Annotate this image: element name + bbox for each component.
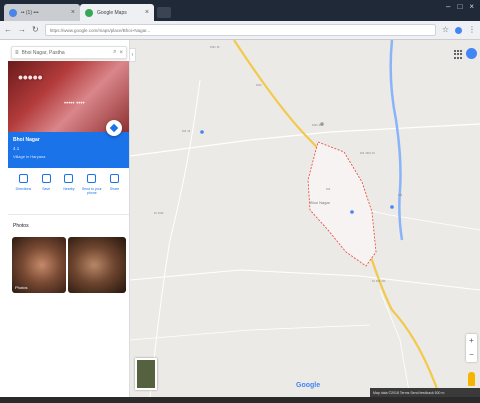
place-pin xyxy=(350,210,354,214)
clear-search-icon[interactable]: × xyxy=(119,50,123,56)
directions-fab[interactable] xyxy=(106,120,122,136)
url-input[interactable]: https://www.google.com/maps/place/Bhoi+N… xyxy=(44,24,436,36)
tab-title: Google Maps xyxy=(97,9,127,16)
satellite-layer-toggle[interactable] xyxy=(135,358,157,390)
close-window-icon[interactable]: × xyxy=(469,3,474,11)
place-header: Bhoi Nagar 4.1 Village in Haryana xyxy=(8,132,129,168)
minimize-icon[interactable]: – xyxy=(446,3,450,11)
url-text: https://www.google.com/maps/place/Bhoi+N… xyxy=(49,27,151,33)
minor-road xyxy=(130,324,371,341)
place-rating: 4.1 xyxy=(13,146,20,151)
zoom-out-icon[interactable]: − xyxy=(469,351,474,359)
hero-photo-subtext: ••••• •••• xyxy=(64,101,85,107)
search-box[interactable]: ≡ Bhoi Nagar, Pastha ⌕ × xyxy=(11,46,127,59)
map-label: •• ••• ••• xyxy=(372,278,386,283)
map-footer: Map data ©2018 Terms Send feedback 500 m xyxy=(370,388,480,397)
place-photo[interactable] xyxy=(68,237,126,293)
action-nearby[interactable]: Nearby xyxy=(58,174,80,210)
action-save[interactable]: Save xyxy=(35,174,57,210)
bookmark-star-icon[interactable]: ☆ xyxy=(442,26,449,34)
back-icon[interactable]: ← xyxy=(4,26,12,34)
place-pin xyxy=(390,205,394,209)
nearby-icon xyxy=(64,174,74,183)
taskbar xyxy=(0,397,480,403)
photos-heading: Photos xyxy=(13,223,29,229)
minor-road xyxy=(379,289,411,397)
reload-icon[interactable]: ↻ xyxy=(32,26,39,34)
tab-title: •• (1) ••• xyxy=(21,9,39,16)
directions-icon xyxy=(18,174,28,183)
share-icon xyxy=(110,174,120,183)
forward-icon[interactable]: → xyxy=(18,26,26,34)
directions-icon xyxy=(109,123,119,133)
action-directions[interactable]: Directions xyxy=(12,174,34,210)
account-avatar[interactable] xyxy=(466,48,477,59)
map-label: •• •••• xyxy=(154,210,164,215)
browser-tab-1[interactable]: •• (1) ••• × xyxy=(4,4,80,21)
place-category: Village in Haryana xyxy=(13,154,46,159)
place-pin xyxy=(200,130,204,134)
hamburger-menu-icon[interactable]: ≡ xyxy=(15,50,19,56)
search-icon[interactable]: ⌕ xyxy=(113,49,116,56)
google-apps-icon[interactable] xyxy=(454,50,463,59)
divider xyxy=(8,214,129,215)
place-name: Bhoi Nagar xyxy=(13,137,40,143)
window-controls: – □ × xyxy=(446,3,474,11)
phone-icon xyxy=(87,174,97,183)
street-view-pegman-icon[interactable] xyxy=(468,372,475,386)
tab-favicon-icon xyxy=(9,8,17,17)
zoom-control: + − xyxy=(466,334,477,362)
map-label: ••• •••• •• xyxy=(360,150,375,155)
map-drawing xyxy=(130,40,480,397)
hero-photo-text: ••••• xyxy=(18,69,43,85)
collapse-panel-button[interactable]: ‹ xyxy=(130,48,136,62)
extension-icon[interactable] xyxy=(455,26,462,34)
tab-favicon-icon xyxy=(85,8,93,17)
minor-road xyxy=(149,79,201,397)
browser-tab-2[interactable]: Google Maps × xyxy=(80,4,154,21)
place-actions: Directions Save Nearby Send to your phon… xyxy=(8,174,129,210)
river xyxy=(389,40,404,241)
map-footer-text: Map data ©2018 Terms Send feedback 500 m xyxy=(373,390,445,395)
tab-close-icon[interactable]: × xyxy=(145,9,149,16)
map-label: ••• xyxy=(326,186,331,191)
address-bar: ← → ↻ https://www.google.com/maps/place/… xyxy=(0,21,480,40)
map-label: •••• •• xyxy=(210,44,220,49)
google-logo: Google xyxy=(296,382,321,389)
map-label: Bhoi Nagar xyxy=(310,200,331,205)
map-label: •••• ••• xyxy=(312,122,323,127)
zoom-in-icon[interactable]: + xyxy=(469,337,474,345)
tab-close-icon[interactable]: × xyxy=(71,9,75,16)
photo-caption: Photos xyxy=(15,285,28,290)
search-input[interactable]: Bhoi Nagar, Pastha xyxy=(22,50,111,56)
maximize-icon[interactable]: □ xyxy=(457,3,462,11)
place-photo[interactable]: Photos xyxy=(12,237,66,293)
place-panel: ≡ Bhoi Nagar, Pastha ⌕ × ••••• ••••• •••… xyxy=(8,40,130,397)
new-tab-button[interactable] xyxy=(157,7,171,18)
bookmark-icon xyxy=(41,174,51,183)
map-canvas[interactable]: •••• •• •••• •••• ••• ••• •••• •• Bhoi N… xyxy=(130,40,480,397)
action-share[interactable]: Share xyxy=(104,174,126,210)
browser-menu-icon[interactable]: ⋮ xyxy=(468,26,476,34)
minor-road xyxy=(130,269,480,291)
map-label: ••• xyxy=(398,192,403,197)
browser-tab-strip: •• (1) ••• × Google Maps × – □ × xyxy=(0,0,480,21)
map-label: •••• xyxy=(256,82,262,87)
action-send-to-phone[interactable]: Send to your phone xyxy=(81,174,103,210)
map-label: ••• •• xyxy=(182,128,191,133)
